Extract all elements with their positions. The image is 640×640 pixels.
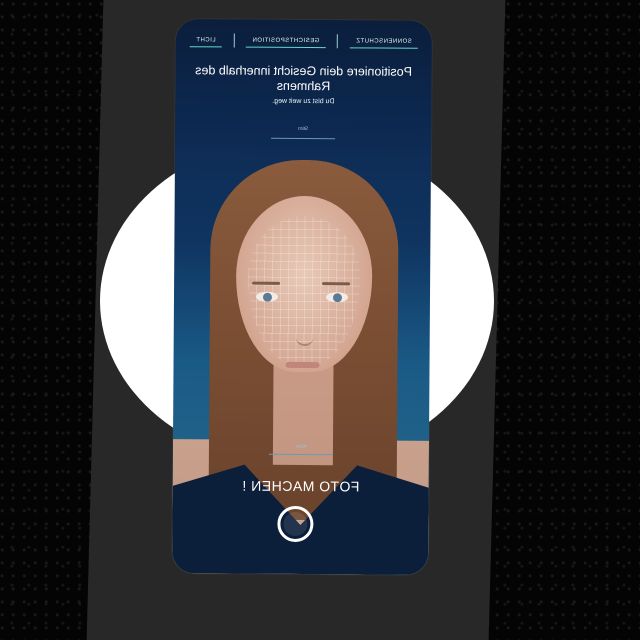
take-photo-label: FOTO MACHEN ! [241, 477, 360, 495]
portrait-brow [322, 282, 351, 286]
portrait-brow [252, 281, 281, 285]
portrait-nose [295, 319, 314, 347]
top-nav: SONNENSCHUTZ GESICHTSPOSITION LICHT [189, 29, 418, 53]
portrait-eye [325, 292, 349, 303]
instruction-title: Positioniere dein Gesicht innerhalb des … [195, 63, 413, 94]
screenshot-stage: SONNENSCHUTZ GESICHTSPOSITION LICHT Posi… [0, 0, 640, 640]
nav-separator [337, 34, 339, 49]
portrait-eye [255, 291, 279, 302]
nav-separator [233, 33, 235, 48]
nav-tab-gesichtsposition[interactable]: GESICHTSPOSITION [246, 34, 326, 48]
portrait-mouth [285, 361, 320, 369]
shutter-button[interactable] [277, 505, 314, 543]
nav-tab-sonnenschutz[interactable]: SONNENSCHUTZ [349, 34, 418, 49]
phone-screen: SONNENSCHUTZ GESICHTSPOSITION LICHT Posi… [172, 19, 432, 575]
nav-tab-licht[interactable]: LICHT [189, 33, 222, 47]
